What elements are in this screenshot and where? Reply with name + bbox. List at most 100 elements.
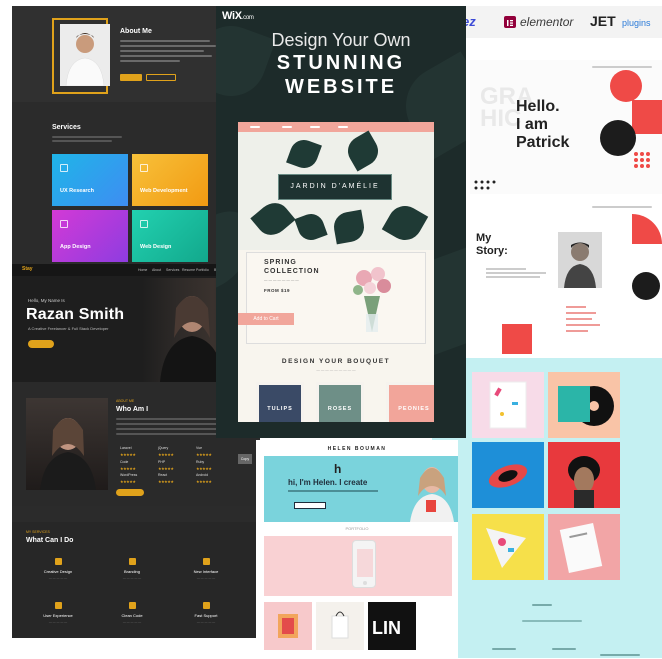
service-card[interactable]: App Design [52, 210, 128, 262]
decorative-shapes [632, 214, 662, 300]
service-card[interactable]: Web Development [132, 154, 208, 206]
site-title: JARDIN D'AMÉLIE [278, 174, 392, 200]
briefcase-icon [54, 602, 62, 609]
services-title: Services [52, 124, 81, 131]
service-item: Fast Support — — — — — [176, 602, 236, 624]
portfolio-tile[interactable] [264, 602, 312, 650]
skill-stars: ★★★★★ [120, 479, 136, 484]
collection-price: FROM $19 [264, 288, 291, 293]
hero-button[interactable] [28, 340, 54, 348]
skill-label: jQuery [158, 446, 169, 450]
nav-item[interactable]: About [152, 268, 161, 272]
skill-stars: ★★★★★ [158, 466, 174, 471]
plugins-logo: plugins [622, 18, 651, 28]
skill-stars: ★★★★★ [196, 479, 212, 484]
portfolio-tile[interactable] [316, 602, 364, 650]
site-name: HELEN BOUMAN [327, 446, 387, 452]
gallery-tile[interactable] [548, 514, 620, 580]
hero-name: Razan Smith [26, 306, 125, 323]
jet-logo: JET [590, 13, 616, 29]
service-card[interactable]: Web Design [132, 210, 208, 262]
svg-text:LIN: LIN [372, 618, 401, 638]
website-mockup: JARDIN D'AMÉLIE SPRING COLLECTION — — — … [238, 122, 434, 422]
elementor-logo-icon [504, 16, 516, 28]
skill-stars: ★★★★★ [196, 466, 212, 471]
nav-item[interactable]: Services [166, 268, 179, 272]
site-logo[interactable]: h [334, 462, 341, 476]
service-item: Branding — — — — — [102, 558, 162, 580]
skill-label: React [158, 473, 168, 477]
copy-tag: Copy [238, 454, 252, 464]
accent-block [502, 324, 532, 354]
section-label: PORTFOLIO [345, 526, 369, 531]
skill-label: WordPress [120, 473, 138, 477]
skill-stars: ★★★★★ [120, 466, 136, 471]
story-portrait [558, 232, 602, 288]
pen-icon [54, 558, 62, 565]
code-icon [128, 602, 136, 609]
hero-subtitle: A Creative Freelancer & Full Stack Devel… [28, 326, 109, 331]
gallery-tile[interactable] [548, 442, 620, 508]
phone-mockup [352, 540, 376, 588]
gallery-tile[interactable] [472, 514, 544, 580]
gallery-tile[interactable] [472, 372, 544, 438]
service-item: Creative Design — — — — — [28, 558, 88, 580]
what-kicker: MY SERVICES [26, 530, 50, 534]
headline-line1: Design Your Own [271, 30, 411, 50]
flag-icon [128, 558, 136, 565]
helen-portfolio-screenshot: HELEN BOUMAN h hi, I'm Helen. I create P… [256, 440, 458, 659]
add-to-cart-button[interactable]: Add to Cart [238, 313, 294, 325]
skill-label: Vue [196, 446, 203, 450]
download-cv-button[interactable] [116, 489, 144, 496]
service-item: User Experience — — — — — [28, 602, 88, 624]
nav-item[interactable]: Resume [182, 268, 195, 272]
service-card[interactable]: UX Research [52, 154, 128, 206]
tulips-tile[interactable]: TULIPS [256, 382, 304, 422]
gallery-screenshot [432, 358, 662, 658]
elementor-logo-text: elementor [520, 15, 574, 29]
download-cv-button[interactable] [146, 74, 176, 81]
gallery-tile[interactable] [548, 372, 620, 438]
service-item: New Interface — — — — — [176, 558, 236, 580]
skill-label: Code [120, 460, 129, 464]
nav-item[interactable]: Portfolio [196, 268, 209, 272]
collection-title: SPRING COLLECTION [264, 259, 320, 275]
nav-logo[interactable]: Stay [22, 266, 33, 272]
nav-item[interactable]: Home [138, 268, 147, 272]
service-item: Clean Code — — — — — [102, 602, 162, 624]
headline-line3: WEBSITE [284, 76, 398, 98]
site-nav-bar [238, 122, 434, 132]
bouquet-image [353, 267, 391, 332]
roses-tile[interactable]: ROSES [316, 382, 364, 422]
hero-button[interactable] [294, 502, 326, 509]
headline-line2: STUNNING [276, 52, 406, 74]
gallery-tile[interactable] [472, 442, 544, 508]
hero-portrait [410, 467, 454, 522]
skill-stars: ★★★★★ [120, 452, 136, 457]
hello-heading: Hello. I am Patrick [516, 98, 570, 151]
hero-greeting: Hello, My Name Is [28, 298, 65, 303]
decorative-dots [474, 180, 496, 190]
about-title: About Me [120, 28, 152, 35]
section-subtitle: — — — — — — — — — [316, 368, 356, 372]
skill-stars: ★★★★★ [158, 452, 174, 457]
story-heading: My Story: [476, 232, 508, 257]
skill-stars: ★★★★★ [158, 479, 174, 484]
skill-label: Ruby [196, 460, 205, 464]
skill-label: Laravel [120, 446, 132, 450]
section-title: DESIGN YOUR BOUQUET [281, 358, 391, 365]
hero-subline [288, 490, 378, 492]
who-portrait [26, 398, 108, 490]
skill-label: Android [196, 473, 209, 477]
skill-label: PHP [158, 460, 166, 464]
support-icon [202, 602, 210, 609]
elementor-screenshot: ez elementor JET plugins GRA HIC Hello. … [462, 6, 662, 360]
wix-logo: WiX.com [222, 10, 254, 22]
decorative-shapes [600, 70, 662, 168]
portfolio-tile[interactable]: LIN [368, 602, 416, 650]
hire-button[interactable] [120, 74, 142, 81]
who-title: Who Am I [116, 406, 149, 413]
hero-greeting: hi, I'm Helen. I create [288, 478, 368, 487]
collection-subtitle: — — — — — — — — [264, 278, 299, 282]
peonies-tile[interactable]: PEONIES [386, 382, 434, 422]
